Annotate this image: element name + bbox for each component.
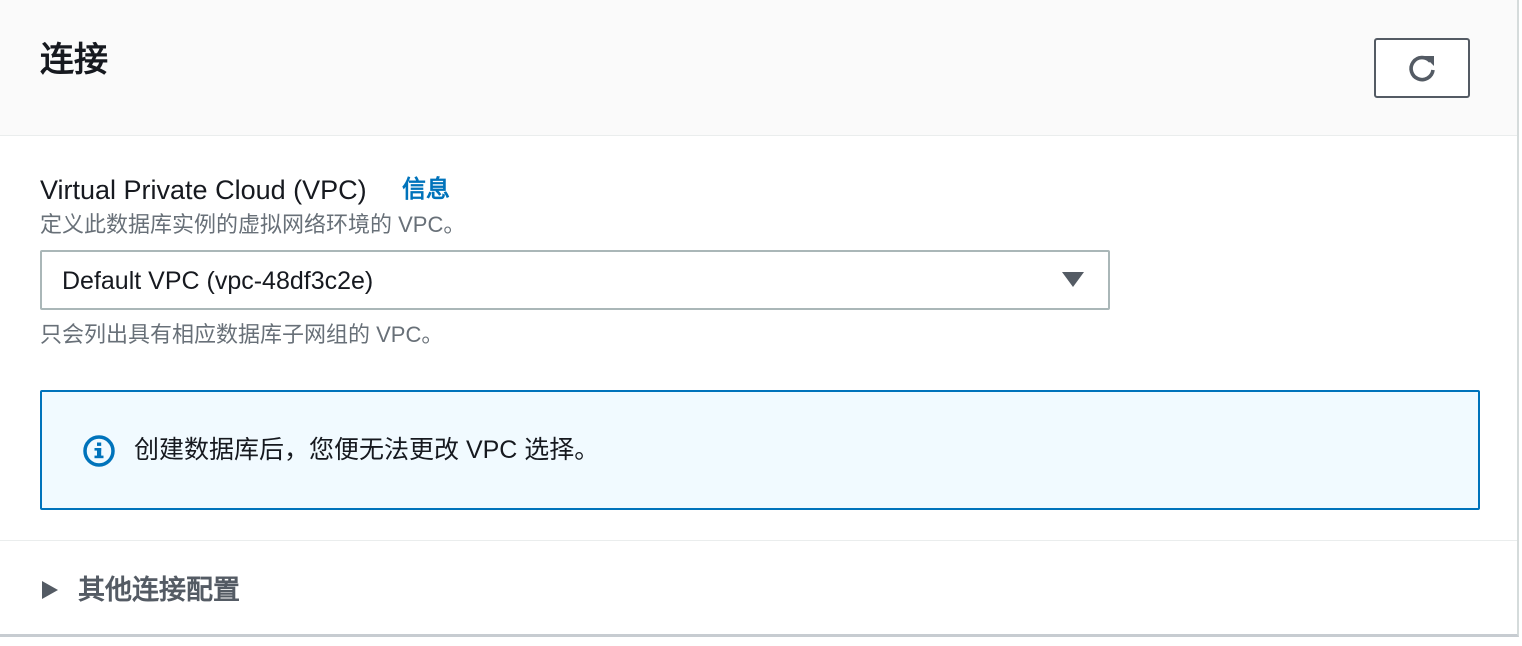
section-divider — [0, 540, 1517, 541]
vpc-field-label: Virtual Private Cloud (VPC) — [40, 175, 367, 205]
info-icon — [83, 435, 115, 467]
info-alert: 创建数据库后，您便无法更改 VPC 选择。 — [40, 390, 1480, 510]
vpc-field-hint: 只会列出具有相应数据库子网组的 VPC。 — [40, 322, 444, 347]
panel-title: 连接 — [40, 41, 108, 79]
expander-label: 其他连接配置 — [78, 575, 240, 605]
connectivity-panel: 连接 Virtual Private Cloud (VPC) 信息 定义此数据库… — [0, 0, 1519, 637]
refresh-icon — [1409, 55, 1435, 82]
vpc-field-description: 定义此数据库实例的虚拟网络环境的 VPC。 — [40, 212, 466, 237]
vpc-info-link[interactable]: 信息 — [402, 174, 450, 206]
additional-connectivity-expander[interactable]: 其他连接配置 — [40, 570, 440, 610]
refresh-button[interactable] — [1374, 38, 1470, 98]
caret-right-icon — [42, 581, 58, 599]
vpc-select-value: Default VPC (vpc-48df3c2e) — [62, 267, 374, 295]
panel-header: 连接 — [0, 0, 1517, 136]
alert-message: 创建数据库后，您便无法更改 VPC 选择。 — [134, 436, 600, 464]
vpc-select[interactable]: Default VPC (vpc-48df3c2e) — [40, 250, 1110, 310]
caret-down-icon — [1062, 272, 1084, 287]
